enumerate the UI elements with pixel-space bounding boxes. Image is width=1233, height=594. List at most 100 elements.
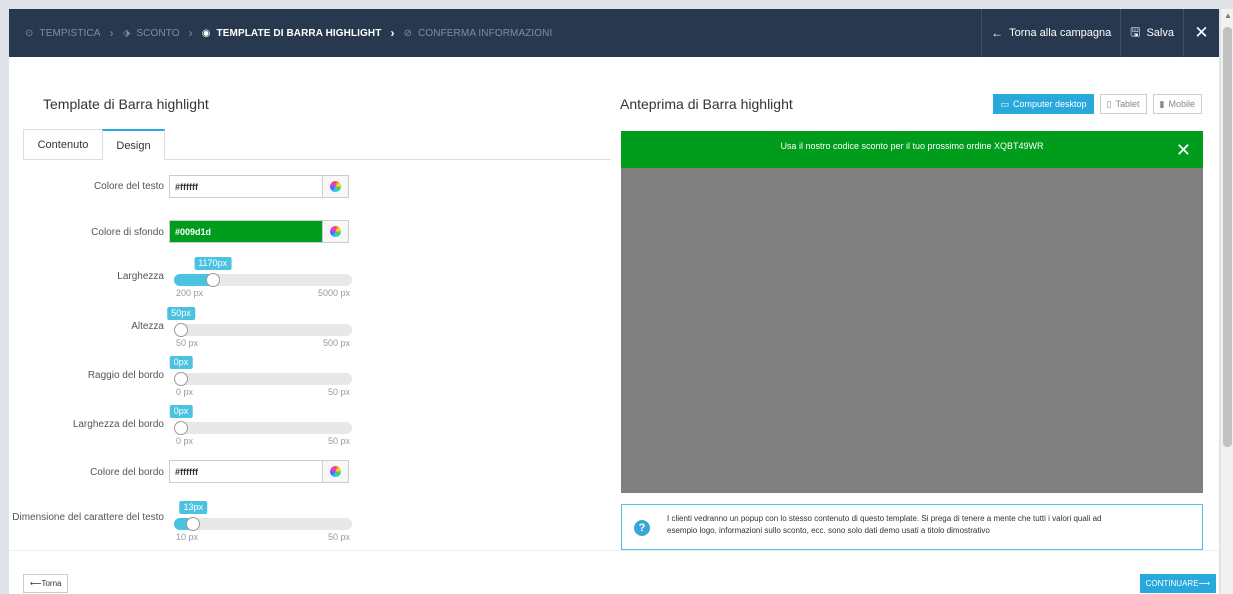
breadcrumb-label: SCONTO <box>136 27 180 39</box>
save-label: Salva <box>1146 27 1174 39</box>
footer: ⟵ Torna CONTINUARE ⟶ <box>9 550 1219 594</box>
info-notice: ? I clienti vedranno un popup con lo ste… <box>621 504 1203 550</box>
clock-icon: ⊙ <box>25 27 34 39</box>
device-label: Mobile <box>1168 99 1195 109</box>
chevron-right-icon: › <box>188 26 193 40</box>
slider-track[interactable] <box>174 422 352 434</box>
border-width-label: Larghezza del bordo <box>72 419 164 430</box>
slider-max-label: 50 px <box>327 436 350 446</box>
color-picker-button[interactable] <box>322 176 348 197</box>
campaign-modal: ⊙ TEMPISTICA › ⬗ SCONTO › ◉ TEMPLATE DI … <box>9 9 1219 594</box>
scroll-up-arrow-icon[interactable]: ▲ <box>1224 11 1232 20</box>
preview-area: Usa il nostro codice sconto per il tuo p… <box>621 131 1203 493</box>
close-icon: ✕ <box>1194 23 1209 42</box>
bg-color-label: Colore di sfondo <box>91 227 164 238</box>
border-color-value: #ffffff <box>175 466 198 477</box>
save-button[interactable]: 🖫 Salva <box>1120 9 1183 57</box>
info-text-line: esempio logo, informazioni sullo sconto,… <box>667 526 990 535</box>
text-color-label: Colore del testo <box>93 181 164 192</box>
breadcrumb-item-tempistica[interactable]: ⊙ TEMPISTICA <box>25 28 101 39</box>
slider-handle[interactable] <box>205 273 220 287</box>
color-wheel-icon <box>330 226 341 237</box>
border-color-label: Colore del bordo <box>90 467 164 478</box>
slider-value-badge: 50px <box>167 307 195 320</box>
text-color-value: #ffffff <box>175 181 198 192</box>
border-color-input[interactable]: #ffffff <box>169 460 349 483</box>
close-button[interactable]: ✕ <box>1183 9 1219 57</box>
back-to-campaign-button[interactable]: ← Torna alla campagna <box>981 9 1120 57</box>
breadcrumb-label: CONFERMA INFORMAZIONI <box>418 27 553 39</box>
breadcrumb-label: TEMPLATE DI BARRA HIGHLIGHT <box>216 27 382 39</box>
tab-design[interactable]: Design <box>102 129 165 161</box>
slider-handle[interactable] <box>174 372 188 386</box>
question-icon: ? <box>634 520 650 536</box>
template-title: Template di Barra highlight <box>43 96 209 112</box>
device-switcher: ▭ Computer desktop ▯ Tablet ▮ Mobile <box>993 94 1202 114</box>
top-bar: ⊙ TEMPISTICA › ⬗ SCONTO › ◉ TEMPLATE DI … <box>9 9 1219 57</box>
slider-min-label: 200 px <box>176 288 204 298</box>
slider-max-label: 50 px <box>327 387 350 397</box>
back-button[interactable]: ⟵ Torna <box>23 574 69 593</box>
slider-max-label: 500 px <box>322 338 350 348</box>
eye-icon: ◉ <box>201 27 211 39</box>
color-picker-button[interactable] <box>322 221 348 242</box>
slider-handle[interactable] <box>174 421 188 435</box>
slider-value-badge: 1170px <box>194 257 232 270</box>
width-slider[interactable]: 1170px 200 px 5000 px <box>174 257 352 298</box>
slider-value-badge: 13px <box>179 501 208 514</box>
breadcrumb: ⊙ TEMPISTICA › ⬗ SCONTO › ◉ TEMPLATE DI … <box>25 9 552 57</box>
slider-min-label: 0 px <box>176 436 194 446</box>
floppy-disk-icon: 🖫 <box>1130 24 1141 39</box>
slider-value-badge: 0px <box>169 405 193 418</box>
bg-color-input[interactable]: #009d1d <box>169 220 349 243</box>
back-to-campaign-label: Torna alla campagna <box>1009 27 1112 39</box>
slider-track[interactable] <box>174 518 352 530</box>
device-tablet-button[interactable]: ▯ Tablet <box>1099 94 1147 114</box>
slider-handle[interactable] <box>174 323 188 337</box>
breadcrumb-item-template[interactable]: ◉ TEMPLATE DI BARRA HIGHLIGHT <box>202 28 382 39</box>
slider-min-label: 10 px <box>176 532 199 542</box>
slider-min-label: 50 px <box>176 338 199 348</box>
continue-label: CONTINUARE <box>1145 579 1199 588</box>
border-radius-slider[interactable]: 0px 0 px 50 px <box>169 356 352 397</box>
chevron-right-icon: › <box>390 26 395 40</box>
arrow-left-icon: ← <box>991 26 1004 40</box>
border-width-slider[interactable]: 0px 0 px 50 px <box>169 405 352 446</box>
slider-track[interactable] <box>174 373 352 385</box>
check-circle-icon: ⊘ <box>403 27 413 39</box>
slider-max-label: 5000 px <box>317 288 350 298</box>
device-desktop-button[interactable]: ▭ Computer desktop <box>993 94 1094 114</box>
page-scrollbar[interactable]: ▲ <box>1220 9 1233 594</box>
bg-color-value: #009d1d <box>170 221 322 242</box>
highlight-bar-preview: Usa il nostro codice sconto per il tuo p… <box>621 131 1203 168</box>
font-size-slider[interactable]: 13px 10 px 50 px <box>174 501 352 542</box>
mobile-icon: ▮ <box>1159 98 1165 109</box>
close-icon[interactable]: ✕ <box>1176 141 1191 159</box>
continue-button[interactable]: CONTINUARE ⟶ <box>1139 574 1216 593</box>
text-color-input[interactable]: #ffffff <box>169 175 349 198</box>
height-slider[interactable]: 50px 50 px 500 px <box>167 307 352 348</box>
arrow-right-icon: ⟶ <box>1198 579 1210 588</box>
slider-max-label: 50 px <box>327 532 350 542</box>
slider-value-badge: 0px <box>169 356 193 369</box>
highlight-bar-text: Usa il nostro codice sconto per il tuo p… <box>780 141 1044 151</box>
font-size-label: Dimensione del carattere del testo <box>12 512 164 523</box>
desktop-icon: ▭ <box>1000 98 1009 109</box>
back-label: Torna <box>41 579 62 588</box>
slider-min-label: 0 px <box>176 387 194 397</box>
color-picker-button[interactable] <box>322 461 348 482</box>
breadcrumb-item-conferma[interactable]: ⊘ CONFERMA INFORMAZIONI <box>404 28 553 39</box>
arrow-left-icon: ⟵ <box>30 579 42 588</box>
color-wheel-icon <box>330 466 341 477</box>
device-label: Computer desktop <box>1013 99 1087 109</box>
border-radius-label: Raggio del bordo <box>87 370 164 381</box>
slider-track[interactable] <box>174 324 352 336</box>
breadcrumb-item-sconto[interactable]: ⬗ SCONTO <box>123 28 180 39</box>
breadcrumb-label: TEMPISTICA <box>39 27 101 39</box>
device-label: Tablet <box>1115 99 1140 109</box>
preview-title: Anteprima di Barra highlight <box>620 96 793 112</box>
height-label: Altezza <box>131 321 164 332</box>
scrollbar-thumb[interactable] <box>1223 27 1232 447</box>
tab-contenuto[interactable]: Contenuto <box>23 129 102 160</box>
device-mobile-button[interactable]: ▮ Mobile <box>1152 94 1202 114</box>
